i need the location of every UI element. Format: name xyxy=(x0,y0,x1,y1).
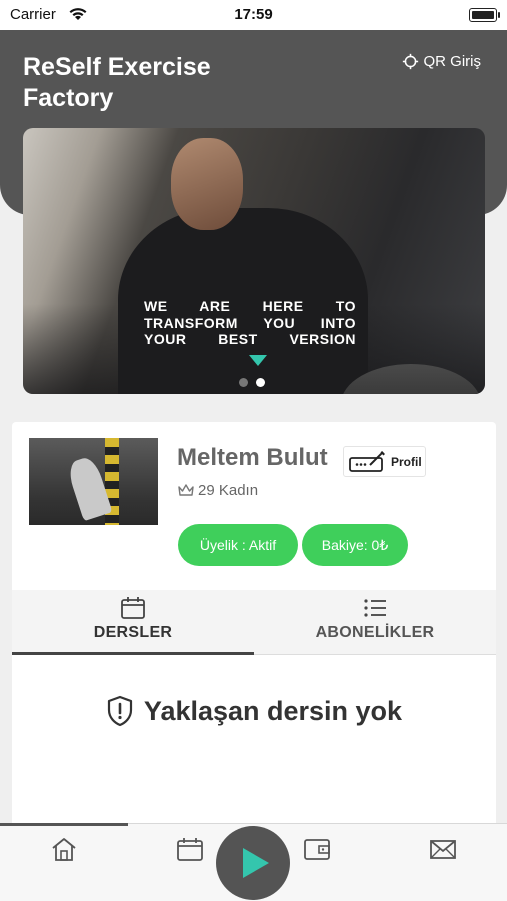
carousel-dot-active[interactable] xyxy=(256,378,265,387)
profile-name: Meltem Bulut xyxy=(177,444,328,471)
list-icon xyxy=(364,599,386,617)
mail-icon xyxy=(430,840,456,859)
empty-state: Yaklaşan dersin yok xyxy=(12,695,496,727)
membership-status-badge[interactable]: Üyelik : Aktif xyxy=(178,524,298,566)
battery-icon xyxy=(469,8,500,22)
clock: 17:59 xyxy=(234,6,273,23)
banner-athlete-head xyxy=(171,138,243,230)
carousel-dots xyxy=(239,378,265,387)
edit-icon xyxy=(349,450,385,472)
qr-login-button[interactable]: QR Giriş xyxy=(402,53,482,70)
home-icon xyxy=(52,838,76,861)
tab-bar: DERSLER ABONELİKLER xyxy=(12,590,496,655)
app-title: ReSelf Exercise Factory xyxy=(23,53,211,112)
caret-down-icon xyxy=(249,355,267,366)
edit-profile-label: Profil xyxy=(391,454,422,469)
nav-calendar[interactable] xyxy=(175,836,205,862)
profile-meta-text: 29 Kadın xyxy=(198,482,259,499)
profile-card: Meltem Bulut Profil 29 Kadın Üyelik : Ak… xyxy=(12,422,496,590)
calendar-icon xyxy=(177,838,203,861)
tab-abonelikler[interactable]: ABONELİKLER xyxy=(254,590,496,655)
play-icon xyxy=(243,848,269,878)
edit-profile-button[interactable]: Profil xyxy=(343,446,426,477)
crown-icon xyxy=(178,484,194,496)
crosshair-icon xyxy=(402,53,418,70)
lessons-panel: Yaklaşan dersin yok xyxy=(12,655,496,825)
play-button[interactable] xyxy=(216,826,290,900)
balance-badge[interactable]: Bakiye: 0₺ xyxy=(302,524,408,566)
tab-dersler[interactable]: DERSLER xyxy=(12,590,254,655)
wallet-icon xyxy=(304,839,330,860)
calendar-icon xyxy=(121,597,145,619)
nav-active-indicator xyxy=(0,823,128,826)
qr-login-label: QR Giriş xyxy=(423,53,482,70)
profile-meta: 29 Kadın xyxy=(177,482,258,499)
tab-abonelikler-label: ABONELİKLER xyxy=(315,624,435,641)
nav-home[interactable] xyxy=(49,836,79,862)
profile-photo xyxy=(29,438,158,525)
status-bar: Carrier 17:59 xyxy=(0,0,507,30)
nav-messages[interactable] xyxy=(428,836,458,862)
banner-slogan: WE ARE HERE TO TRANSFORM YOU INTO YOUR B… xyxy=(144,298,356,347)
tab-dersler-label: DERSLER xyxy=(93,624,173,641)
empty-state-text: Yaklaşan dersin yok xyxy=(143,695,403,726)
shield-alert-icon xyxy=(107,695,133,727)
carousel-dot[interactable] xyxy=(239,378,248,387)
nav-wallet[interactable] xyxy=(302,836,332,862)
